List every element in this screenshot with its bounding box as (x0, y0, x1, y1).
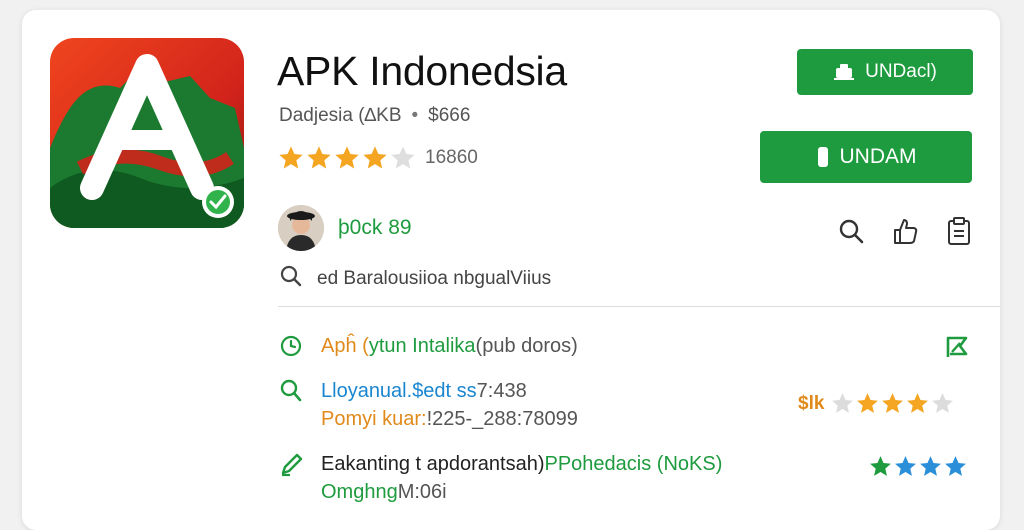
install-button-label: UNDAM (839, 145, 917, 168)
search-icon (279, 264, 303, 293)
right-rating-star-icon (930, 391, 955, 416)
clipboard-icon[interactable] (942, 214, 976, 248)
app-price: $666 (428, 105, 471, 126)
right-rating-star-icon (905, 391, 930, 416)
install-icon (833, 62, 855, 82)
detail-row4-part1: Eakanting t apdorantsah) (321, 452, 545, 475)
right-rating-stars-1 (830, 391, 955, 416)
thumbs-up-icon[interactable] (888, 214, 922, 248)
separator-dot: • (411, 105, 419, 126)
detail-row-language: Lloyanual. $edt ss 7:438 (279, 378, 527, 404)
developer-line: Dadjesia (∆KB (279, 105, 402, 126)
developer-row[interactable]: þ0ck 89 (278, 205, 412, 251)
divider (278, 306, 1000, 307)
detail-row1-part2: ytun Intalika (368, 334, 476, 357)
toolbar (834, 214, 976, 248)
app-subtitle: Dadjesia (∆KB • $666 (279, 105, 470, 127)
avatar[interactable] (278, 205, 324, 251)
developer-name[interactable]: þ0ck 89 (338, 216, 412, 240)
detail-row-editing: Eakanting t apdorantsah) PPohedacis (NoK… (279, 451, 722, 477)
detail-row2-part1: Lloyanual. (321, 379, 413, 402)
app-title: APK Indonedsia (277, 48, 567, 94)
right-rating-first: $lk (798, 391, 955, 416)
rating-star-icon (361, 144, 389, 172)
rating-star-icon (277, 144, 305, 172)
right-rating-second (868, 454, 968, 479)
detail-row1-part3: (pub doros) (475, 334, 578, 357)
pencil-icon (279, 451, 305, 477)
detail-row2-part2: $edt ss (412, 379, 477, 402)
right-rating-2-star-icon (943, 454, 968, 479)
download-button-label: UNDacl) (865, 61, 937, 82)
detail-row3-part1: Pomyi kuar: (321, 408, 427, 430)
detail-row5-part2: M:06i (397, 481, 447, 503)
right-rating-2-star-icon (868, 454, 893, 479)
search-icon[interactable] (834, 214, 868, 248)
rating-star-icon (333, 144, 361, 172)
search-text[interactable]: ed Baralousiioa nbgualViius (317, 268, 551, 290)
rating-star-icon (389, 144, 417, 172)
search-icon (279, 378, 303, 404)
phone-icon (816, 145, 830, 169)
detail-row3-part2: !225-_288:78099 (426, 408, 578, 430)
detail-row-version: Pomyi kuar: !225-_288:78099 (321, 408, 578, 431)
rating-count: 16860 (425, 147, 478, 168)
detail-row4-part2: PPohedacis (NoKS) (544, 452, 723, 475)
app-logo-icon[interactable] (50, 38, 244, 228)
right-rating-2-star-icon (893, 454, 918, 479)
install-button[interactable]: UNDAM (760, 131, 972, 183)
flag-icon[interactable] (944, 334, 970, 365)
download-button[interactable]: UNDacl) (797, 49, 973, 95)
rating-stars (277, 144, 417, 172)
right-rating-star-icon (855, 391, 880, 416)
right-rating-star-icon (880, 391, 905, 416)
detail-row5-part1: Omghng (321, 481, 398, 503)
detail-row-size: Omghng M:06i (321, 481, 447, 504)
right-rating-star-icon (830, 391, 855, 416)
search-row[interactable]: ed Baralousiioa nbgualViius (279, 264, 551, 293)
clock-icon (279, 334, 303, 358)
rating-star-icon (305, 144, 333, 172)
right-rating-stars-2 (868, 454, 968, 479)
detail-row2-part3: 7:438 (476, 379, 527, 402)
detail-row1-part1: Apĥ ( (321, 334, 369, 357)
right-rating-label: $lk (798, 392, 825, 414)
detail-row-category: Apĥ (ytun Intalika (pub doros) (279, 334, 578, 358)
right-rating-2-star-icon (918, 454, 943, 479)
rating-row: 16860 (277, 144, 478, 172)
